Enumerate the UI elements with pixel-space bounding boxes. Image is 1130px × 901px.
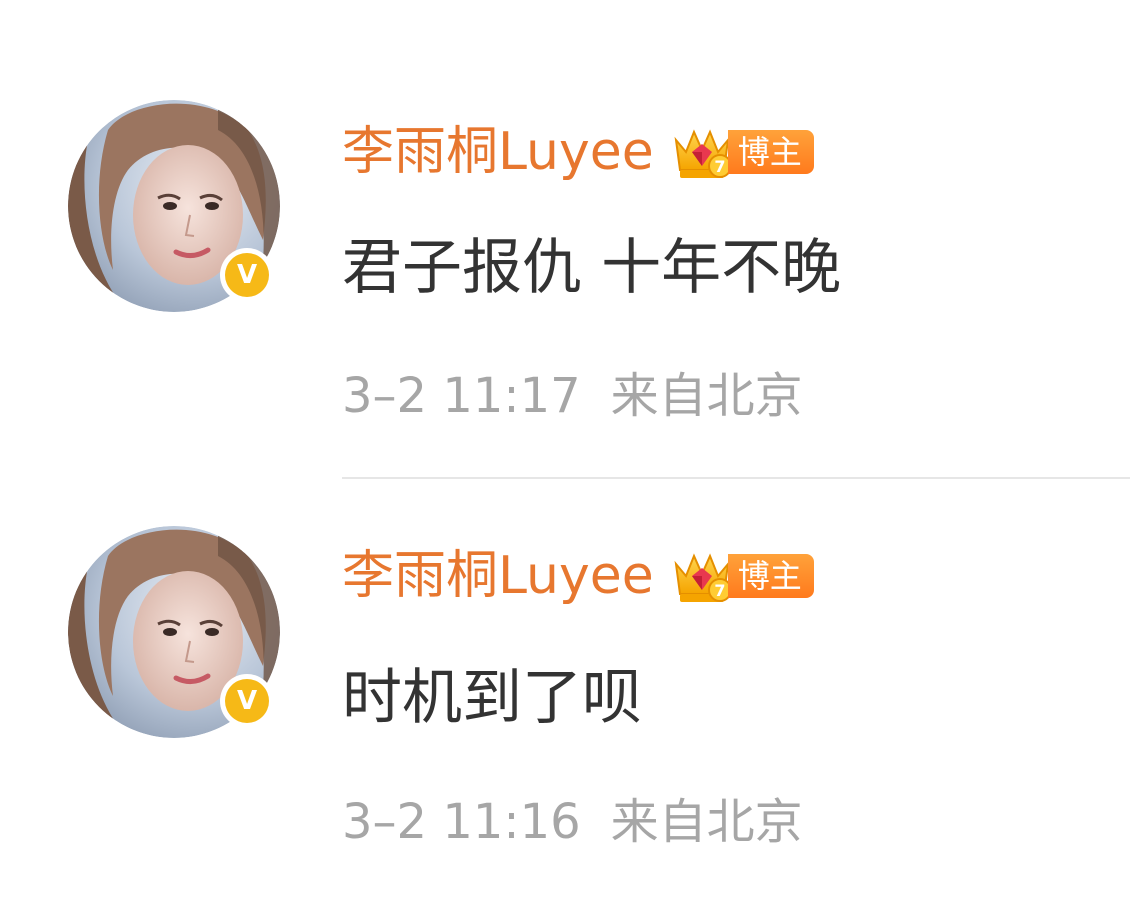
crown-icon: 7 (674, 553, 732, 602)
crown-icon: 7 (674, 129, 732, 178)
timestamp: 3–2 11:16 (342, 794, 581, 850)
avatar-container[interactable]: V (68, 526, 280, 738)
verified-v-icon: V (225, 679, 269, 723)
avatar-container[interactable]: V (68, 100, 280, 312)
comment-item: V 李雨桐Luyee 7 (0, 478, 1130, 901)
comment-feed: V 李雨桐Luyee 7 博主 君子报仇 十年不晚 3–2 11:17 来自北京… (0, 0, 1130, 901)
location: 来自北京 (610, 368, 803, 424)
location: 来自北京 (610, 794, 803, 850)
badge-label: 博主 (727, 554, 814, 598)
timestamp: 3–2 11:17 (342, 368, 581, 424)
creator-badge[interactable]: 7 博主 (670, 122, 814, 182)
comment-text: 君子报仇 十年不晚 (342, 233, 842, 303)
badge-label: 博主 (727, 130, 814, 174)
verified-icon: V (220, 248, 274, 302)
comment-meta: 3–2 11:16 来自北京 (342, 792, 803, 852)
verified-icon: V (220, 674, 274, 728)
username-link[interactable]: 李雨桐Luyee (342, 536, 654, 616)
username-link[interactable]: 李雨桐Luyee (342, 112, 654, 192)
name-row: 李雨桐Luyee 7 博主 (342, 536, 814, 616)
badge-level: 7 (714, 157, 725, 176)
verified-v-icon: V (225, 253, 269, 297)
comment-item: V 李雨桐Luyee 7 (0, 0, 1130, 479)
comment-text: 时机到了呗 (342, 663, 642, 733)
creator-badge[interactable]: 7 博主 (670, 546, 814, 606)
comment-meta: 3–2 11:17 来自北京 (342, 366, 803, 426)
badge-level: 7 (714, 581, 725, 600)
name-row: 李雨桐Luyee 7 博主 (342, 112, 814, 192)
